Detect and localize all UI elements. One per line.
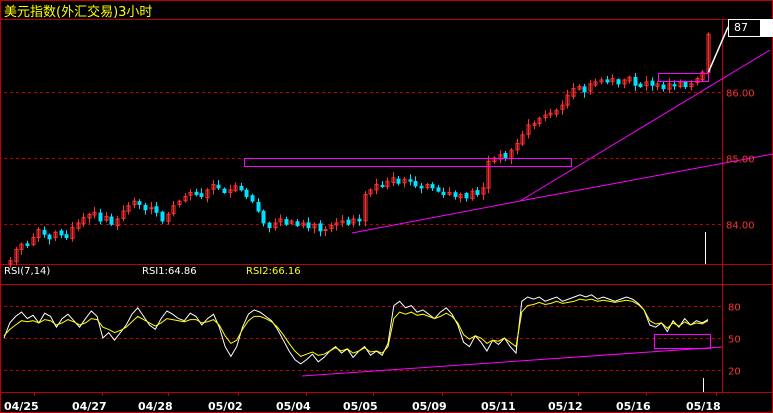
candle-body — [464, 193, 469, 199]
candle-body — [98, 212, 103, 222]
candle-body — [475, 190, 480, 195]
candle-body — [380, 184, 385, 187]
rising-trendline — [519, 49, 771, 202]
candle-body — [222, 188, 227, 193]
last-price-pointer — [707, 26, 729, 73]
candle-body — [453, 192, 458, 197]
candle-body — [408, 179, 413, 182]
candle-body — [419, 185, 424, 189]
chart-frame — [0, 0, 773, 413]
candle-body — [160, 211, 165, 222]
date-label: 05/04 — [276, 400, 311, 413]
price-tick-label: 86.00 — [726, 89, 755, 100]
candle-body — [306, 222, 311, 229]
candle-body — [295, 221, 300, 227]
candle-body — [318, 223, 323, 232]
date-label: 05/16 — [616, 400, 651, 413]
price-tick-label: 84.00 — [726, 221, 755, 232]
candle-body — [194, 191, 199, 195]
date-label: 05/02 — [208, 400, 243, 413]
candle-body — [605, 79, 610, 83]
date-label: 04/25 — [4, 400, 39, 413]
rsi-consolidation-box — [654, 334, 711, 349]
date-label: 05/18 — [686, 400, 721, 413]
date-label: 05/12 — [548, 400, 583, 413]
trend-annotations — [244, 49, 773, 377]
rsi-tick-label: 20 — [728, 367, 741, 378]
candle-body — [413, 181, 418, 187]
candle-body — [239, 185, 244, 191]
date-label: 05/09 — [412, 400, 447, 413]
rsi2-line — [3, 298, 709, 357]
candle-body — [683, 81, 688, 88]
date-label: 05/11 — [481, 400, 516, 413]
last-price-value: 87 — [734, 21, 748, 34]
candle-body — [25, 243, 30, 246]
axis-labels: 84.00 85.00 86.00 20 50 80 04/25 04/27 04/28 05/0… — [4, 89, 755, 413]
candle-body — [199, 193, 204, 197]
candle-body — [261, 210, 266, 224]
candle-body — [143, 204, 148, 211]
candle-body — [436, 187, 441, 192]
candle-body — [650, 80, 655, 86]
candle-body — [42, 229, 47, 235]
candle-body — [357, 218, 362, 222]
candle-body — [638, 83, 643, 88]
date-label: 04/28 — [138, 400, 173, 413]
candle-body — [59, 230, 64, 236]
candle-body — [154, 206, 159, 213]
candle-body — [661, 84, 666, 90]
rsi-support-trendline — [301, 346, 723, 377]
candle-body — [216, 184, 221, 189]
support-trendline — [351, 200, 521, 234]
rsi-tick-label: 80 — [728, 303, 741, 314]
last-price-tag-fill — [760, 20, 772, 36]
date-label: 04/27 — [72, 400, 107, 413]
candle-body — [256, 201, 261, 212]
candle-body — [267, 222, 272, 229]
price-tick-label: 85.00 — [726, 155, 755, 166]
candle-body — [250, 195, 255, 202]
candle-body — [503, 153, 508, 159]
candle-body — [582, 86, 587, 93]
candle-body — [430, 184, 435, 189]
rsi-series — [3, 294, 709, 365]
candle-body — [64, 234, 69, 239]
candle-body — [396, 178, 401, 184]
candle-body — [441, 191, 446, 195]
candle-body — [672, 84, 677, 87]
candle-body — [616, 79, 621, 85]
candle-body — [323, 229, 328, 232]
last-price-tag: 87 — [728, 19, 773, 37]
candle-body — [47, 234, 52, 240]
resistance-box — [244, 158, 572, 167]
price-chart[interactable]: 84.00 85.00 86.00 20 50 80 04/25 04/27 04/28 05/0… — [0, 0, 773, 413]
candle-body — [346, 219, 351, 225]
candle-body — [633, 76, 638, 86]
candle-body — [109, 216, 114, 225]
rsi-tick-label: 50 — [728, 335, 741, 346]
chart-grid — [4, 92, 722, 371]
candle-body — [244, 189, 249, 197]
candle-body — [137, 201, 142, 205]
date-label: 05/05 — [343, 400, 378, 413]
outer-border — [0, 0, 773, 413]
candle-body — [284, 219, 289, 225]
